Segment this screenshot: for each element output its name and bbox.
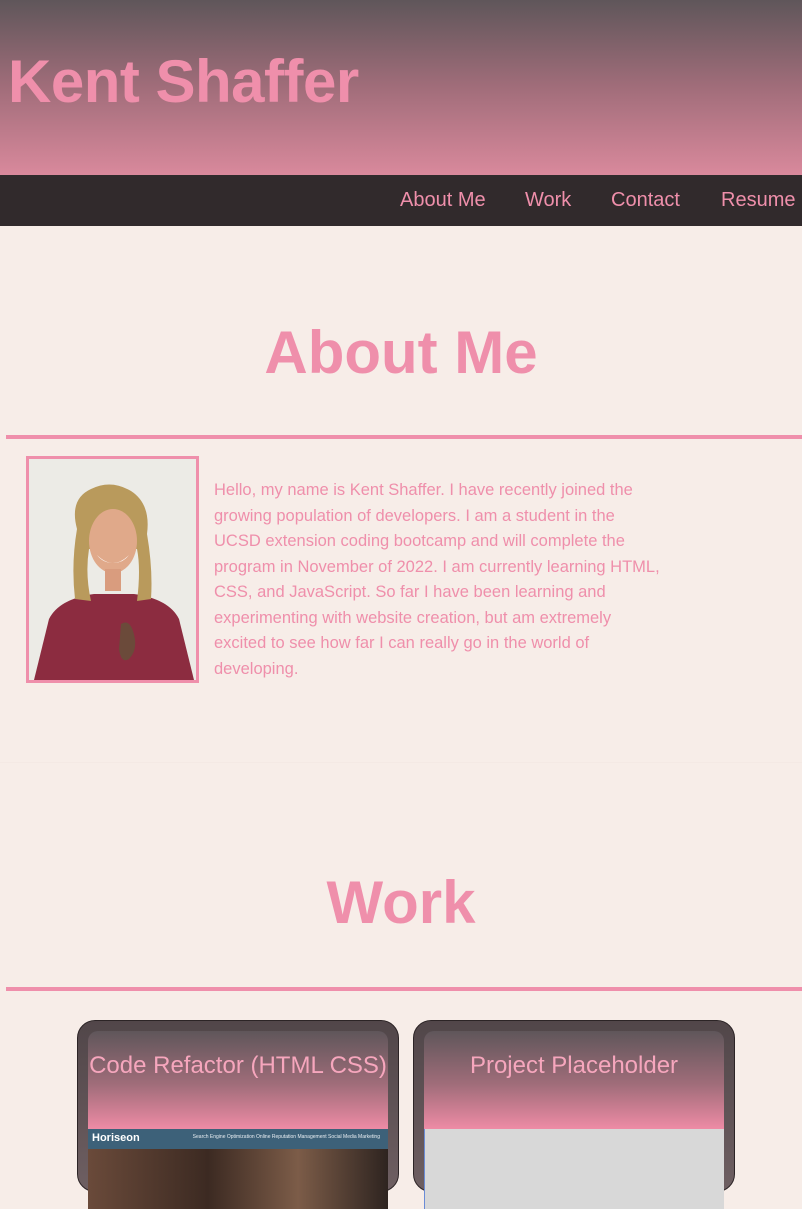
about-section-title: About Me (264, 319, 538, 386)
site-title: Kent Shaffer (8, 48, 359, 115)
project-card-code-refactor[interactable]: Code Refactor (HTML CSS) Horiseon Search… (77, 1020, 399, 1209)
preview-brand: Horiseon (92, 1132, 140, 1144)
project-card-title: Project Placeholder (424, 1031, 724, 1129)
nav-link-resume[interactable]: Resume (721, 175, 795, 226)
project-card-placeholder[interactable]: Project Placeholder (413, 1020, 735, 1209)
preview-hero-image (88, 1149, 388, 1209)
preview-navbar: Horiseon Search Engine Optimization Onli… (88, 1129, 388, 1149)
site-header: Kent Shaffer (0, 0, 802, 175)
project-card-title: Code Refactor (HTML CSS) (88, 1031, 388, 1129)
nav-link-work[interactable]: Work (525, 175, 571, 226)
nav-link-about-me[interactable]: About Me (400, 175, 486, 226)
about-divider (6, 435, 802, 439)
preview-links: Search Engine Optimization Online Reputa… (192, 1134, 380, 1140)
project-screenshot[interactable]: Horiseon Search Engine Optimization Onli… (88, 1129, 388, 1209)
profile-photo (26, 456, 199, 683)
project-screenshot-placeholder[interactable] (424, 1129, 724, 1209)
nav-link-contact[interactable]: Contact (611, 175, 680, 226)
work-section-title: Work (326, 869, 476, 936)
navbar: About Me Work Contact Resume (0, 175, 802, 226)
section-separator (0, 762, 802, 763)
about-bio-text: Hello, my name is Kent Shaffer. I have r… (214, 481, 660, 678)
work-divider (6, 987, 802, 991)
